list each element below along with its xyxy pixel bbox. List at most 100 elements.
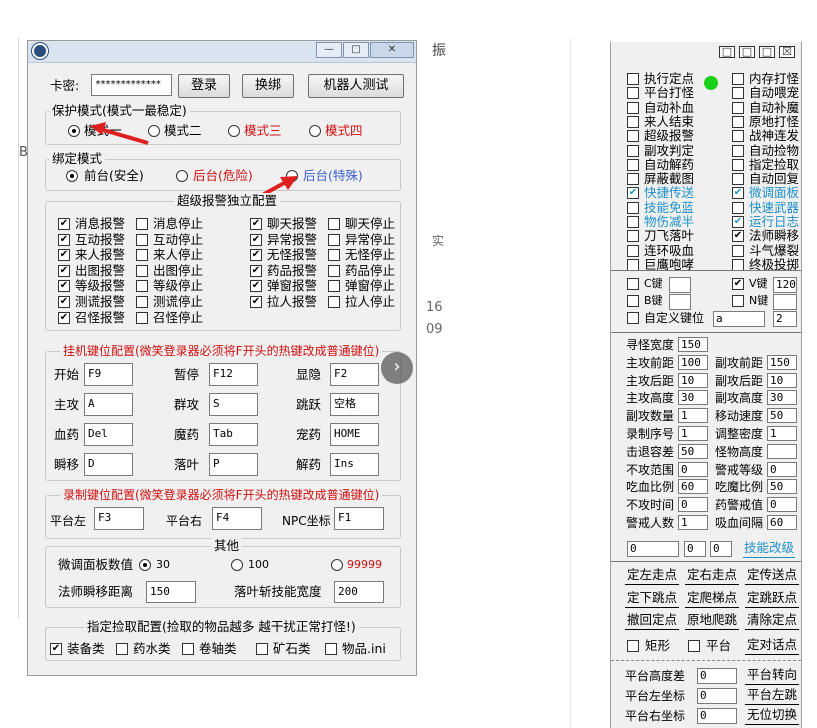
panel-right-3-checkbox[interactable]: [732, 115, 744, 128]
nav-button-2-0[interactable]: 撤回定点: [625, 611, 679, 630]
hotkey-input-0-0[interactable]: F9: [84, 363, 133, 386]
alarm-2-2-checkbox[interactable]: ✔: [250, 249, 262, 262]
param-input-6-b[interactable]: [767, 443, 797, 459]
misc-input-1[interactable]: 0: [684, 541, 706, 557]
nav-button-0-0[interactable]: 定左走点: [625, 566, 679, 585]
param-input-6-a[interactable]: 50: [678, 443, 708, 459]
card-input[interactable]: *************: [91, 74, 172, 96]
param-input-3-a[interactable]: 30: [678, 390, 708, 406]
param-input-5-a[interactable]: 1: [678, 426, 708, 441]
misc-input-0[interactable]: 0: [627, 541, 679, 557]
v-key-input[interactable]: 120: [773, 277, 797, 293]
c-key-input[interactable]: [669, 277, 691, 293]
alarm-5-3-checkbox[interactable]: [328, 296, 340, 308]
platform-row-1-button[interactable]: 平台左跳: [745, 686, 799, 705]
platform-checkbox[interactable]: [688, 640, 700, 652]
panel-left-11-checkbox[interactable]: [627, 230, 639, 243]
param-input-7-b[interactable]: 0: [767, 461, 797, 477]
panel-left-0-checkbox[interactable]: [627, 73, 639, 85]
nav-button-1-1[interactable]: 定爬梯点: [685, 589, 739, 608]
v-key-checkbox[interactable]: ✔: [732, 278, 744, 290]
alarm-1-0-checkbox[interactable]: ✔: [58, 233, 70, 246]
nav-button-0-1[interactable]: 定右走点: [685, 566, 739, 585]
pickup-3-checkbox[interactable]: [256, 643, 268, 655]
param-input-1-b[interactable]: 150: [767, 354, 797, 370]
param-input-4-a[interactable]: 1: [678, 408, 708, 424]
alarm-1-3-checkbox[interactable]: [328, 233, 340, 246]
close-button[interactable]: ✕: [370, 42, 414, 58]
protect-mode-1-radio[interactable]: [68, 125, 80, 137]
pickup-2-checkbox[interactable]: [182, 643, 194, 655]
panel-left-5-checkbox[interactable]: [627, 144, 639, 157]
robot-test-button[interactable]: 机器人测试: [308, 74, 404, 98]
panel-title-button-1[interactable]: □: [739, 46, 755, 58]
panel-right-8-checkbox[interactable]: ✔: [732, 187, 744, 200]
misc-input-2[interactable]: 0: [710, 541, 732, 557]
param-input-1-a[interactable]: 100: [678, 354, 708, 370]
alarm-0-3-checkbox[interactable]: [328, 218, 340, 230]
protect-mode-3-radio[interactable]: [228, 125, 240, 137]
fine-tune-100-radio[interactable]: [231, 559, 243, 571]
param-input-9-a[interactable]: 0: [678, 497, 708, 513]
alarm-2-3-checkbox[interactable]: [328, 249, 340, 262]
nav-button-2-2[interactable]: 清除定点: [745, 611, 799, 630]
panel-right-0-checkbox[interactable]: [732, 73, 744, 85]
mage-distance-input[interactable]: 150: [146, 581, 196, 603]
panel-left-9-checkbox[interactable]: [627, 201, 639, 214]
nav-button-1-2[interactable]: 定跳跃点: [745, 589, 799, 608]
custom-key-input[interactable]: a: [713, 311, 765, 327]
panel-right-4-checkbox[interactable]: [732, 130, 744, 143]
rect-checkbox[interactable]: [627, 640, 639, 652]
nav-button-0-2[interactable]: 定传送点: [745, 566, 799, 585]
alarm-1-1-checkbox[interactable]: [136, 233, 148, 246]
fine-tune-99999-radio[interactable]: [331, 559, 343, 571]
panel-right-9-checkbox[interactable]: [732, 201, 744, 214]
alarm-2-1-checkbox[interactable]: [136, 249, 148, 262]
n-key-checkbox[interactable]: [732, 295, 744, 307]
panel-right-7-checkbox[interactable]: [732, 173, 744, 186]
hotkey-input-0-1[interactable]: F12: [209, 363, 258, 386]
alarm-5-1-checkbox[interactable]: [136, 296, 148, 308]
panel-left-12-checkbox[interactable]: [627, 244, 639, 257]
panel-left-1-checkbox[interactable]: [627, 87, 639, 100]
nav-button-2-1[interactable]: 原地爬跳: [685, 611, 739, 630]
panel-left-2-checkbox[interactable]: [627, 101, 639, 114]
custom-value-input[interactable]: 2: [773, 311, 797, 327]
param-input-10-a[interactable]: 1: [678, 515, 708, 530]
panel-title-button-2[interactable]: □: [759, 46, 775, 58]
param-input-5-b[interactable]: 1: [767, 426, 797, 441]
panel-title-button-0[interactable]: □: [719, 46, 735, 58]
platform-row-0-button[interactable]: 平台转向: [745, 666, 799, 685]
panel-left-6-checkbox[interactable]: [627, 158, 639, 171]
platform-row-2-button[interactable]: 无位切换: [745, 706, 799, 725]
alarm-4-0-checkbox[interactable]: ✔: [58, 280, 70, 293]
c-key-checkbox[interactable]: [627, 278, 639, 290]
param-input-2-b[interactable]: 10: [767, 372, 797, 388]
pickup-4-checkbox[interactable]: [325, 643, 337, 655]
param-input-10-b[interactable]: 60: [767, 515, 797, 530]
fine-tune-30-radio[interactable]: [139, 559, 151, 571]
panel-left-3-checkbox[interactable]: [627, 115, 639, 128]
alarm-4-3-checkbox[interactable]: [328, 280, 340, 293]
nav-button-1-0[interactable]: 定下跳点: [625, 589, 679, 608]
hotkey-input-3-2[interactable]: Ins: [330, 453, 379, 476]
alarm-5-0-checkbox[interactable]: ✔: [58, 296, 70, 308]
param-input-3-b[interactable]: 30: [767, 390, 797, 406]
change-bind-button[interactable]: 换绑: [242, 74, 294, 98]
panel-right-2-checkbox[interactable]: [732, 101, 744, 114]
panel-right-6-checkbox[interactable]: [732, 158, 744, 171]
alarm-4-1-checkbox[interactable]: [136, 280, 148, 293]
hotkey-input-2-2[interactable]: HOME: [330, 423, 379, 446]
alarm-6-0-checkbox[interactable]: ✔: [58, 311, 70, 324]
n-key-input[interactable]: [773, 294, 797, 310]
platform-row-1-input[interactable]: 0: [697, 688, 737, 704]
param-input-8-a[interactable]: 60: [678, 479, 708, 495]
hotkey-input-1-2[interactable]: 空格: [330, 393, 379, 416]
hotkey-input-3-1[interactable]: P: [209, 453, 258, 476]
panel-right-1-checkbox[interactable]: [732, 87, 744, 100]
bind-mode-background-radio[interactable]: [176, 170, 188, 182]
b-key-checkbox[interactable]: [627, 295, 639, 307]
alarm-0-0-checkbox[interactable]: ✔: [58, 218, 70, 230]
record-input-0[interactable]: F3: [94, 507, 144, 530]
panel-title-button-3[interactable]: ☒: [779, 46, 795, 58]
